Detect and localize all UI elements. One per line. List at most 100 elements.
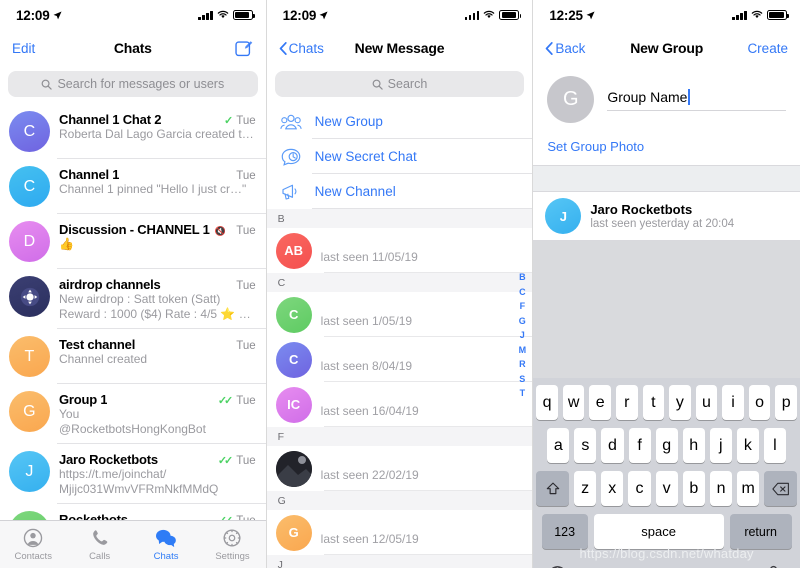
- avatar: C: [9, 111, 50, 152]
- contact-row[interactable]: AB last seen 11/05/19: [266, 228, 533, 273]
- keyboard-row-3[interactable]: zxcvbnm: [533, 471, 800, 506]
- key-x[interactable]: x: [601, 471, 624, 506]
- index-letter[interactable]: R: [519, 359, 526, 369]
- index-letter[interactable]: S: [519, 374, 525, 384]
- index-letter[interactable]: M: [519, 345, 527, 355]
- alphabet-index[interactable]: BCFGJMRST: [515, 272, 529, 398]
- index-letter[interactable]: J: [520, 330, 525, 340]
- chat-list-item[interactable]: C Channel 1 Tue Channel 1 pinned "Hello I j…: [0, 159, 266, 214]
- key-u[interactable]: u: [695, 385, 718, 420]
- chat-preview: You: [59, 407, 80, 421]
- index-letter[interactable]: T: [520, 388, 526, 398]
- action-new-secret-chat[interactable]: New Secret Chat: [266, 139, 533, 174]
- key-y[interactable]: y: [669, 385, 691, 420]
- action-new-channel[interactable]: New Channel: [266, 174, 533, 209]
- action-new-group[interactable]: New Group: [266, 104, 533, 139]
- key-a[interactable]: a: [547, 428, 570, 463]
- back-to-chats-button[interactable]: Chats: [279, 41, 324, 56]
- tab-chats[interactable]: Chats: [133, 528, 199, 562]
- chat-list-item[interactable]: D Discussion - CHANNEL 1 🔇 Tue 👍: [0, 214, 266, 269]
- key-m[interactable]: m: [737, 471, 760, 506]
- key-f[interactable]: f: [628, 428, 651, 463]
- chat-item-header: Group 1 ✓✓ Tue: [59, 392, 256, 407]
- tab-bar[interactable]: Contacts Calls Chats Settings: [0, 520, 266, 568]
- chat-item-header: Channel 1 Tue: [59, 167, 256, 182]
- key-s[interactable]: s: [574, 428, 597, 463]
- tab-calls[interactable]: Calls: [66, 528, 132, 562]
- key-p[interactable]: p: [775, 385, 797, 420]
- contact-last-seen: last seen 22/02/19: [320, 468, 419, 482]
- space-key[interactable]: space: [593, 514, 724, 549]
- tab-settings[interactable]: Settings: [199, 528, 265, 562]
- backspace-key[interactable]: [764, 471, 797, 506]
- numbers-key[interactable]: 123: [541, 514, 588, 549]
- group-avatar[interactable]: G: [547, 76, 595, 123]
- contact-row[interactable]: Glast seen 12/05/19: [266, 510, 533, 555]
- key-e[interactable]: e: [589, 385, 612, 420]
- avatar: C: [275, 341, 312, 378]
- set-group-photo-button[interactable]: Set Group Photo: [533, 129, 800, 165]
- index-letter[interactable]: C: [519, 287, 526, 297]
- chat-list[interactable]: C Channel 1 Chat 2 ✓ Tue Roberta Dal Lago Ga…: [0, 104, 266, 559]
- microphone-icon[interactable]: [765, 565, 786, 568]
- compose-icon[interactable]: [235, 39, 254, 58]
- new-message-actions[interactable]: New Group New Secret Chat New Channel: [266, 104, 533, 209]
- key-z[interactable]: z: [573, 471, 597, 506]
- key-i[interactable]: i: [722, 385, 744, 420]
- read-receipt-icon: ✓: [224, 115, 233, 127]
- search-input[interactable]: Search for messages or users: [8, 71, 258, 97]
- group-name-value: Group Name: [607, 88, 688, 105]
- key-c[interactable]: c: [628, 471, 651, 506]
- member-row[interactable]: J Jaro Rocketbots last seen yesterday at…: [533, 192, 800, 241]
- chat-item-body: Channel 1 Tue Channel 1 pinned "Hello I ju…: [59, 166, 256, 207]
- key-j[interactable]: j: [709, 428, 732, 463]
- key-t[interactable]: t: [642, 385, 665, 420]
- action-label: New Group: [314, 114, 383, 129]
- contact-row[interactable]: Clast seen 1/05/19: [266, 292, 533, 337]
- key-q[interactable]: q: [536, 385, 558, 420]
- key-o[interactable]: o: [748, 385, 771, 420]
- return-key[interactable]: return: [729, 514, 792, 549]
- key-v[interactable]: v: [655, 471, 678, 506]
- chat-list-item[interactable]: T Test channel Tue Channel created: [0, 329, 266, 384]
- chevron-left-icon: [545, 41, 553, 55]
- contacts-list[interactable]: B AB last seen 11/05/19 C Clast seen 1/05/19…: [266, 209, 533, 568]
- key-l[interactable]: l: [763, 428, 786, 463]
- index-letter[interactable]: F: [520, 301, 526, 311]
- chat-list-item[interactable]: G Group 1 ✓✓ Tue You @RocketbotsHongKongBot: [0, 384, 266, 444]
- key-d[interactable]: d: [601, 428, 624, 463]
- chat-list-item[interactable]: airdrop channels Tue New airdrop : Satt to…: [0, 269, 266, 329]
- letter-keys-row-3[interactable]: zxcvbnm: [573, 471, 760, 506]
- contact-row[interactable]: last seen 22/02/19: [266, 446, 533, 491]
- contact-row[interactable]: IC last seen 16/04/19: [266, 382, 533, 427]
- globe-icon[interactable]: [547, 565, 568, 568]
- search-placeholder: Search for messages or users: [57, 77, 225, 91]
- panel-new-group: 12:25 Back New Group Create G Group Name…: [533, 0, 800, 568]
- tab-contacts[interactable]: Contacts: [0, 528, 66, 562]
- avatar: G: [275, 514, 312, 551]
- keyboard-row-4[interactable]: 123 space return: [533, 514, 800, 549]
- edit-button[interactable]: Edit: [12, 41, 35, 56]
- key-k[interactable]: k: [736, 428, 759, 463]
- keyboard-row-2[interactable]: asdfghjkl: [533, 428, 800, 463]
- search-input[interactable]: Search: [274, 71, 525, 97]
- chat-list-item[interactable]: C Channel 1 Chat 2 ✓ Tue Roberta Dal Lago Ga…: [0, 104, 266, 159]
- contact-row[interactable]: Clast seen 8/04/19: [266, 337, 533, 382]
- group-name-row: G Group Name: [533, 66, 800, 129]
- keyboard-row-1[interactable]: qwertyuiop: [533, 385, 800, 420]
- group-name-input[interactable]: Group Name: [607, 88, 786, 111]
- back-button[interactable]: Back: [545, 41, 585, 56]
- key-h[interactable]: h: [682, 428, 705, 463]
- key-r[interactable]: r: [616, 385, 638, 420]
- on-screen-keyboard[interactable]: qwertyuiop asdfghjkl zxcvbnm 123 space r…: [533, 378, 800, 568]
- key-w[interactable]: w: [562, 385, 585, 420]
- key-g[interactable]: g: [655, 428, 678, 463]
- key-b[interactable]: b: [682, 471, 705, 506]
- chat-list-item[interactable]: J Jaro Rocketbots ✓✓ Tue https://t.me/joinch…: [0, 444, 266, 504]
- index-letter[interactable]: G: [519, 316, 526, 326]
- shift-key[interactable]: [536, 471, 569, 506]
- create-button[interactable]: Create: [747, 41, 788, 56]
- index-letter[interactable]: B: [519, 272, 526, 282]
- avatar: AB: [275, 232, 312, 269]
- key-n[interactable]: n: [709, 471, 733, 506]
